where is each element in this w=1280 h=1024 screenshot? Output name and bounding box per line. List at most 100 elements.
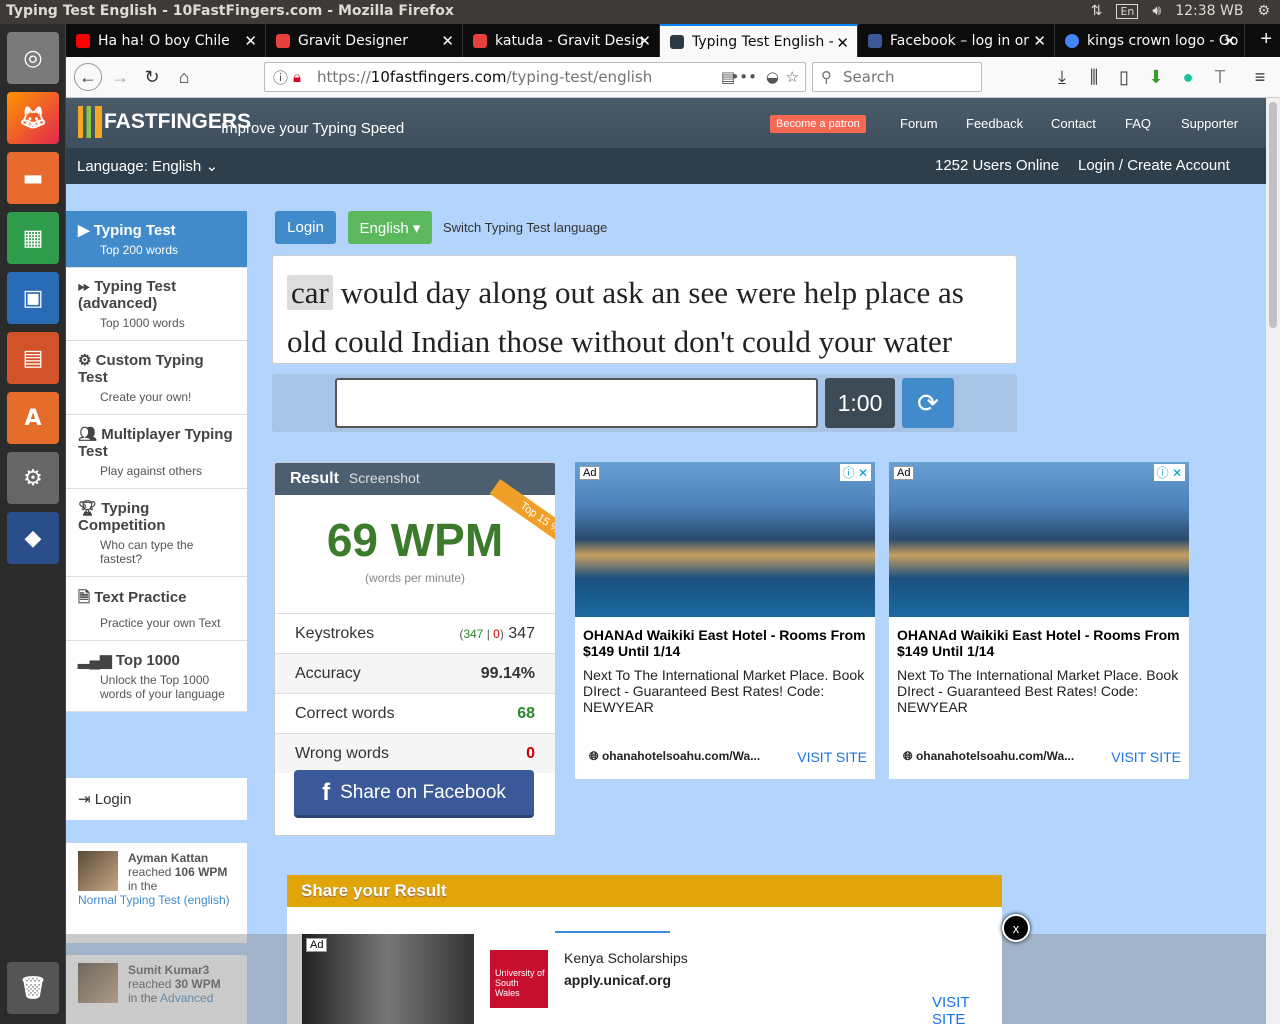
menu-icon[interactable]: ≡ <box>1246 63 1274 91</box>
close-tab-icon[interactable]: ✕ <box>1223 32 1236 50</box>
clock[interactable]: 12:38 WB <box>1175 3 1243 19</box>
globe-icon: 🌐︎ <box>589 749 599 763</box>
facebook-icon: f <box>322 778 331 806</box>
ad-image[interactable]: Ad ⓘ ✕ <box>889 462 1189 617</box>
impress-icon[interactable]: ▤ <box>7 332 59 384</box>
ad-image[interactable]: Ad ⓘ ✕ <box>575 462 875 617</box>
files-icon[interactable]: ▬ <box>7 152 59 204</box>
back-arrow-icon[interactable]: ← <box>74 63 102 91</box>
cogs-icon: ⚙ <box>78 352 92 369</box>
tab-youtube[interactable]: Ha ha! O boy Chile ✕ <box>66 24 266 57</box>
library-icon[interactable]: ⫼ <box>1080 63 1108 91</box>
tab-facebook[interactable]: Facebook – log in or ✕ <box>858 24 1055 57</box>
download-icon[interactable]: ⤓ <box>1048 63 1076 91</box>
login-create-account-link[interactable]: Login / Create Account <box>1078 157 1230 174</box>
ad-card[interactable]: Ad ⓘ ✕ OHANAd Waikiki East Hotel - Rooms… <box>889 462 1189 779</box>
restart-icon[interactable]: ⟳ <box>902 378 954 428</box>
url-bar[interactable]: ⓘ 🔒︎ https://10fastfingers.com/typing-te… <box>264 62 806 92</box>
share-result-header: Share your Result <box>287 875 1002 907</box>
volume-icon[interactable]: 🔊︎ <box>1152 3 1161 19</box>
stat-wrong-words: Wrong words 0 <box>275 733 555 773</box>
trash-icon[interactable]: 🗑︎ <box>7 962 59 1014</box>
calc-icon[interactable]: ▦ <box>7 212 59 264</box>
tab-typing-test[interactable]: Typing Test English - ✕ <box>660 24 858 57</box>
3d-app-icon[interactable]: ◆ <box>7 512 59 564</box>
sidebar-item-top-1000[interactable]: ▂▄▆ Top 1000 Unlock the Top 1000 words o… <box>66 641 247 712</box>
close-tab-icon[interactable]: ✕ <box>836 34 849 52</box>
nav-feedback[interactable]: Feedback <box>966 116 1023 131</box>
tab-gravit-designer[interactable]: Gravit Designer ✕ <box>266 24 463 57</box>
scrollbar-thumb[interactable] <box>1269 102 1277 328</box>
bookmark-star-icon[interactable]: ☆ <box>786 68 799 86</box>
current-word: car <box>287 275 333 310</box>
avatar[interactable] <box>78 851 118 891</box>
bottom-ad[interactable]: Ad University of South Wales Kenya Schol… <box>302 934 1002 1024</box>
ad-choices-close-icon[interactable]: ⓘ ✕ <box>839 464 871 481</box>
visit-site-link[interactable]: VISIT SITE <box>932 994 1002 1024</box>
new-tab-icon[interactable]: + <box>1260 28 1272 51</box>
nav-faq[interactable]: FAQ <box>1125 116 1151 131</box>
ad-domain: apply.unicaf.org <box>564 972 672 988</box>
forward-arrow-icon[interactable]: → <box>106 63 134 91</box>
ad-title[interactable]: OHANAd Waikiki East Hotel - Rooms From $… <box>889 617 1189 659</box>
ad-choices-close-icon[interactable]: ⓘ ✕ <box>1153 464 1185 481</box>
home-icon[interactable]: ⌂ <box>170 63 198 91</box>
page-actions-icon[interactable]: ••• <box>730 68 757 86</box>
users-icon: 👥︎ <box>78 426 98 443</box>
keyboard-layout-indicator[interactable]: En <box>1116 3 1139 19</box>
firefox-icon[interactable]: 🦊︎ <box>7 92 59 144</box>
file-text-icon: 🗎︎ <box>78 589 91 606</box>
translate-icon[interactable]: T <box>1206 63 1234 91</box>
sidebar-item-multiplayer[interactable]: 👥︎ Multiplayer Typing Test Play against … <box>66 415 247 489</box>
settings-gear-icon[interactable]: ⚙ <box>1257 3 1270 19</box>
search-input[interactable]: ⚲ Search <box>812 62 982 92</box>
visit-site-link[interactable]: VISIT SITE <box>1111 749 1181 765</box>
reload-icon[interactable]: ↻ <box>138 63 166 91</box>
sidebar-login[interactable]: ⇥ Login <box>66 778 247 820</box>
login-button[interactable]: Login <box>275 211 336 244</box>
close-tab-icon[interactable]: ✕ <box>1033 32 1046 50</box>
software-center-icon[interactable]: A <box>7 392 59 444</box>
sidebar-item-typing-test[interactable]: ▶ Typing Test Top 200 words <box>66 211 247 268</box>
language-select-button[interactable]: English ▾ <box>348 211 432 244</box>
visit-site-link[interactable]: VISIT SITE <box>797 749 867 765</box>
pocket-icon[interactable]: ◒ <box>766 68 779 86</box>
tab-google-search[interactable]: kings crown logo - Go ✕ <box>1055 24 1245 57</box>
screenshot-link[interactable]: Screenshot <box>349 470 420 486</box>
ad-card[interactable]: Ad ⓘ ✕ OHANAd Waikiki East Hotel - Rooms… <box>575 462 875 779</box>
sidebar-item-typing-test-advanced[interactable]: ⏩︎ Typing Test (advanced) Top 1000 words <box>66 268 247 341</box>
nav-supporter[interactable]: Supporter <box>1181 116 1238 131</box>
fast-forward-icon: ⏩︎ <box>78 278 91 295</box>
image-viewer-icon[interactable]: ▣ <box>7 272 59 324</box>
system-settings-icon[interactable]: ⚙ <box>7 452 59 504</box>
feed-user-name[interactable]: Ayman Kattan <box>128 851 208 865</box>
share-facebook-button[interactable]: f Share on Facebook <box>294 770 534 818</box>
page-scrollbar[interactable] <box>1266 98 1280 1024</box>
ad-image[interactable]: Ad <box>302 934 474 1024</box>
ad-title[interactable]: OHANAd Waikiki East Hotel - Rooms From $… <box>575 617 875 659</box>
network-icon[interactable]: ⇅ <box>1091 3 1103 19</box>
sidebar-item-text-practice[interactable]: 🗎︎ Text Practice Practice your own Text <box>66 577 247 641</box>
ubuntu-dash-icon[interactable]: ◎ <box>7 32 59 84</box>
words-line-1: would day along out ask an see were help… <box>340 275 964 310</box>
language-dropdown[interactable]: Language: English ⌄ <box>77 157 218 175</box>
ad-title[interactable]: Kenya Scholarships <box>564 950 688 966</box>
feed-test-link[interactable]: Normal Typing Test (english) <box>78 893 230 907</box>
nav-forum[interactable]: Forum <box>900 116 938 131</box>
sidebar-item-custom-typing-test[interactable]: ⚙ Custom Typing Test Create your own! <box>66 341 247 415</box>
close-tab-icon[interactable]: ✕ <box>638 32 651 50</box>
info-icon[interactable]: ⓘ <box>273 67 288 88</box>
grammarly-icon[interactable]: ● <box>1174 63 1202 91</box>
become-patron-button[interactable]: Become a patron <box>770 115 866 133</box>
divider <box>555 931 670 933</box>
nav-contact[interactable]: Contact <box>1051 116 1096 131</box>
close-tab-icon[interactable]: ✕ <box>441 32 454 50</box>
typing-input[interactable] <box>335 378 818 428</box>
close-tab-icon[interactable]: ✕ <box>244 32 257 50</box>
download-helper-icon[interactable]: ⬇ <box>1142 63 1170 91</box>
hand-logo-icon <box>78 106 102 138</box>
tab-katuda-gravit[interactable]: katuda - Gravit Desig ✕ <box>463 24 660 57</box>
close-ad-icon[interactable]: x <box>1002 914 1030 942</box>
sidebar-icon[interactable]: ▯ <box>1110 63 1138 91</box>
sidebar-item-competition[interactable]: 🏆︎ Typing Competition Who can type the f… <box>66 489 247 577</box>
